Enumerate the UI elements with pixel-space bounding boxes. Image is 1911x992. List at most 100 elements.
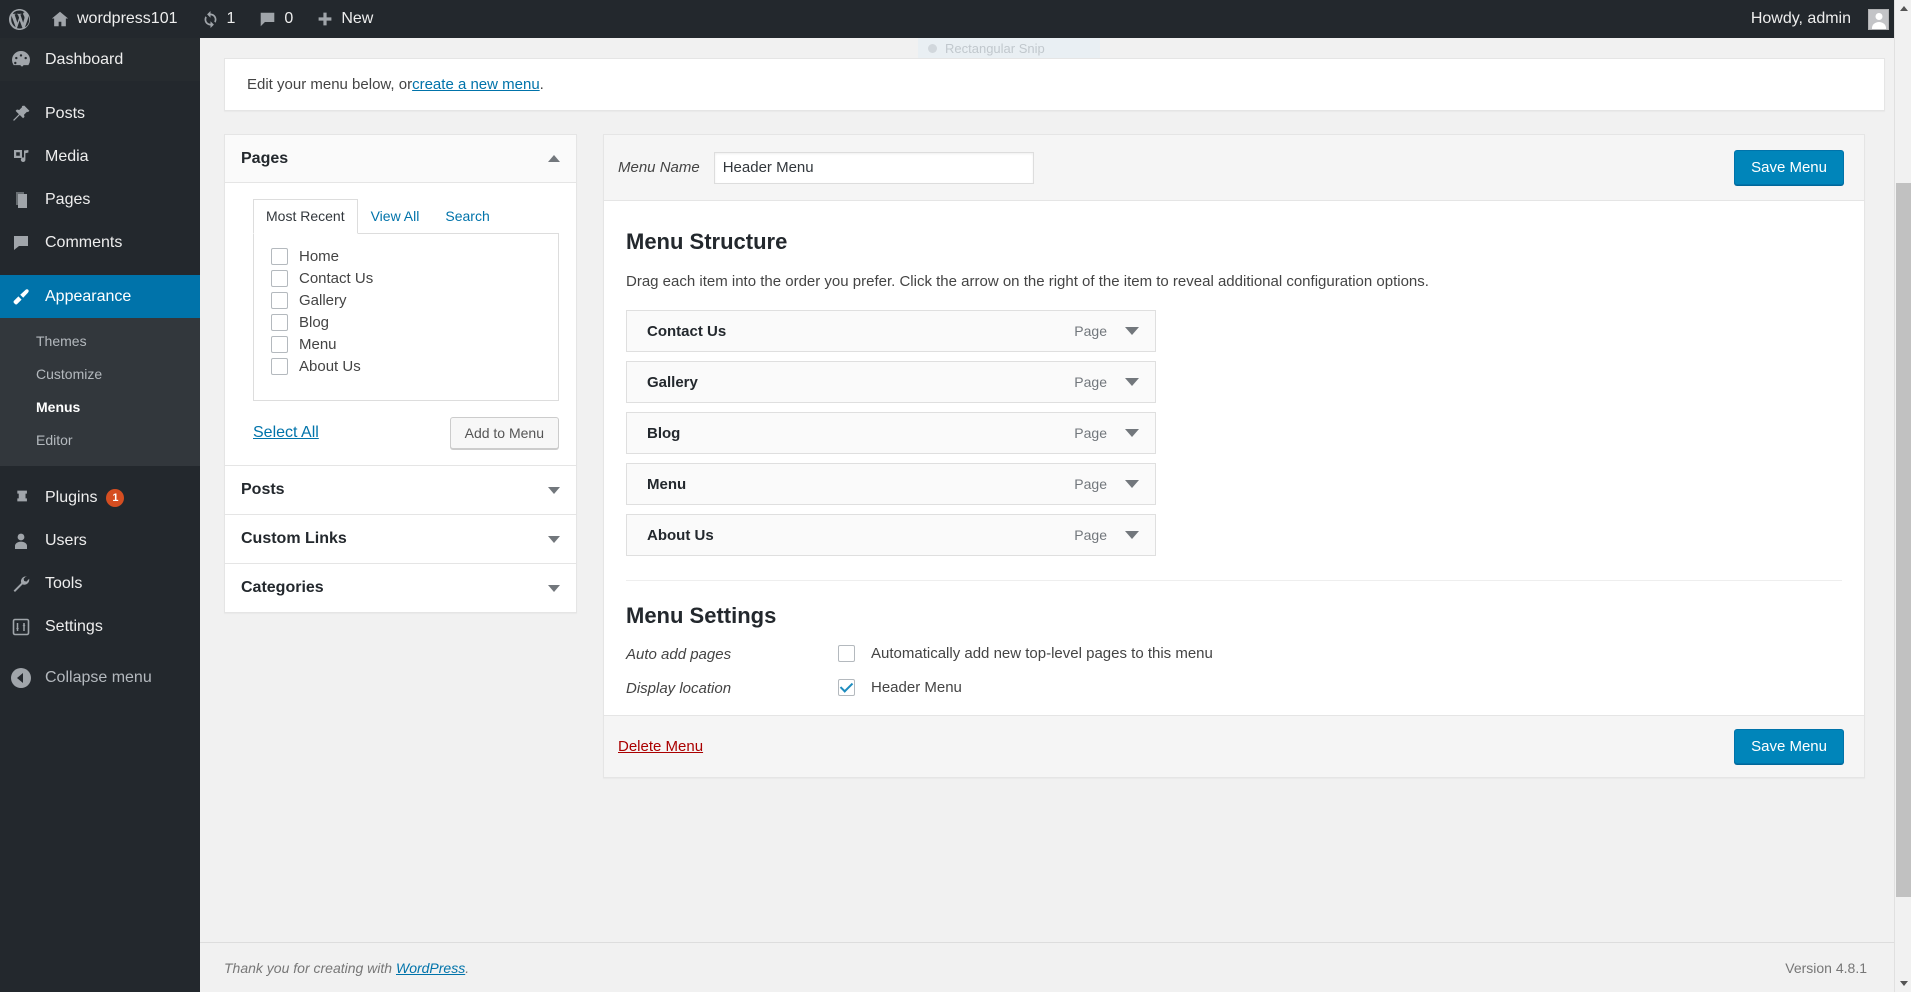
sidebar-item-appearance[interactable]: Appearance bbox=[0, 275, 200, 318]
caret-down-icon[interactable] bbox=[548, 535, 560, 543]
sidebar-item-customize[interactable]: Customize bbox=[0, 358, 200, 391]
menu-item-type: Page bbox=[1074, 476, 1107, 492]
chevron-down-icon[interactable] bbox=[1125, 429, 1139, 437]
menu-item-type: Page bbox=[1074, 527, 1107, 543]
list-item[interactable]: Menu bbox=[266, 334, 546, 356]
sidebar-item-comments[interactable]: Comments bbox=[0, 221, 200, 264]
checkbox-menu[interactable] bbox=[271, 336, 288, 354]
checkbox-gallery[interactable] bbox=[271, 292, 288, 310]
sidebar-label-appearance: Appearance bbox=[45, 287, 132, 305]
sidebar-label-pages: Pages bbox=[45, 190, 91, 208]
save-menu-button-top[interactable]: Save Menu bbox=[1734, 150, 1844, 185]
scroll-down-arrow-icon[interactable] bbox=[1895, 975, 1911, 992]
auto-add-pages-checkbox-label: Automatically add new top-level pages to… bbox=[871, 645, 1213, 662]
plug-icon bbox=[11, 488, 41, 508]
updates-menu-item[interactable]: 1 bbox=[190, 0, 248, 38]
sidebar-item-media[interactable]: Media bbox=[0, 135, 200, 178]
footer-version: Version 4.8.1 bbox=[1785, 959, 1867, 976]
scroll-up-arrow-icon[interactable] bbox=[1895, 0, 1911, 17]
footer-thanks: Thank you for creating with WordPress. bbox=[224, 960, 469, 976]
scrollbar-thumb[interactable] bbox=[1896, 183, 1911, 897]
chevron-down-icon[interactable] bbox=[1125, 480, 1139, 488]
sidebar-item-posts[interactable]: Posts bbox=[0, 92, 200, 135]
menu-item-title: Contact Us bbox=[647, 322, 727, 340]
sidebar-item-plugins[interactable]: Plugins 1 bbox=[0, 476, 200, 519]
snip-dot-icon bbox=[928, 43, 937, 53]
sidebar-item-users[interactable]: Users bbox=[0, 519, 200, 562]
comments-menu-item[interactable]: 0 bbox=[247, 0, 305, 38]
menu-item-title: Gallery bbox=[647, 373, 698, 391]
list-item[interactable]: Gallery bbox=[266, 290, 546, 312]
menu-name-label: Menu Name bbox=[618, 159, 700, 176]
create-new-menu-link[interactable]: create a new menu bbox=[412, 76, 540, 93]
menu-item-row[interactable]: Blog Page bbox=[626, 412, 1156, 454]
menu-name-input[interactable] bbox=[713, 151, 1034, 184]
caret-down-icon[interactable] bbox=[548, 584, 560, 592]
checkbox-blog[interactable] bbox=[271, 314, 288, 332]
chevron-down-icon[interactable] bbox=[1125, 378, 1139, 386]
sidebar-label-users: Users bbox=[45, 531, 87, 549]
tab-most-recent[interactable]: Most Recent bbox=[253, 199, 358, 235]
delete-menu-link[interactable]: Delete Menu bbox=[618, 738, 703, 755]
wp-logo-menu-item[interactable] bbox=[0, 0, 39, 38]
sidebar-item-themes[interactable]: Themes bbox=[0, 325, 200, 358]
checkbox-home[interactable] bbox=[271, 248, 288, 266]
auto-add-pages-control[interactable]: Automatically add new top-level pages to… bbox=[838, 645, 1213, 662]
display-location-control[interactable]: Header Menu bbox=[838, 679, 962, 696]
comments-count: 0 bbox=[284, 10, 294, 27]
sidebar-item-editor[interactable]: Editor bbox=[0, 424, 200, 457]
my-account-menu-item[interactable]: Howdy, admin bbox=[1742, 0, 1889, 38]
checkbox-about-us[interactable] bbox=[271, 358, 288, 376]
list-item[interactable]: Home bbox=[266, 246, 546, 268]
display-location-checkbox[interactable] bbox=[838, 679, 855, 696]
menu-item-row[interactable]: About Us Page bbox=[626, 514, 1156, 556]
sidebar-label-tools: Tools bbox=[45, 574, 83, 592]
sidebar-item-pages[interactable]: Pages bbox=[0, 178, 200, 221]
menu-item-row[interactable]: Contact Us Page bbox=[626, 310, 1156, 352]
menu-item-type: Page bbox=[1074, 323, 1107, 339]
posts-postbox-header[interactable]: Posts bbox=[225, 466, 576, 515]
page-scrollbar[interactable] bbox=[1894, 0, 1911, 992]
sidebar-item-dashboard[interactable]: Dashboard bbox=[0, 38, 200, 81]
menu-item-row[interactable]: Gallery Page bbox=[626, 361, 1156, 403]
chevron-down-icon[interactable] bbox=[1125, 531, 1139, 539]
auto-add-pages-checkbox[interactable] bbox=[838, 645, 855, 662]
menu-name-header: Menu Name Save Menu bbox=[604, 135, 1864, 201]
wordpress-link[interactable]: WordPress bbox=[396, 960, 465, 976]
list-item[interactable]: Blog bbox=[266, 312, 546, 334]
select-all-link[interactable]: Select All bbox=[253, 424, 319, 442]
tab-search[interactable]: Search bbox=[432, 199, 502, 234]
menu-item-row[interactable]: Menu Page bbox=[626, 463, 1156, 505]
sidebar-item-collapse-menu[interactable]: Collapse menu bbox=[0, 656, 200, 699]
howdy-label: Howdy, admin bbox=[1750, 10, 1851, 27]
caret-up-icon[interactable] bbox=[548, 155, 560, 162]
add-to-menu-button[interactable]: Add to Menu bbox=[449, 417, 559, 450]
list-item[interactable]: About Us bbox=[266, 356, 546, 378]
save-menu-button-bottom[interactable]: Save Menu bbox=[1734, 729, 1844, 764]
sidebar-item-menus[interactable]: Menus bbox=[0, 391, 200, 424]
menu-structure-hint: Drag each item into the order you prefer… bbox=[626, 273, 1429, 290]
custom-links-postbox: Custom Links bbox=[224, 515, 577, 565]
tab-view-all[interactable]: View All bbox=[358, 199, 433, 234]
comment-bubble-icon bbox=[259, 11, 276, 28]
caret-down-icon[interactable] bbox=[548, 486, 560, 494]
pages-postbox-header[interactable]: Pages bbox=[225, 135, 576, 183]
admin-sidebar: Dashboard Posts Media Pages Comments App… bbox=[0, 38, 200, 992]
new-content-menu-item[interactable]: New bbox=[305, 0, 385, 38]
sidebar-item-settings[interactable]: Settings bbox=[0, 605, 200, 648]
site-name-menu-item[interactable]: wordpress101 bbox=[39, 0, 190, 38]
categories-postbox-header[interactable]: Categories bbox=[225, 564, 576, 613]
checkbox-contact-us[interactable] bbox=[271, 270, 288, 288]
menu-structure-title: Menu Structure bbox=[626, 229, 788, 254]
admin-bar: wordpress101 1 0 New Howdy, admin bbox=[0, 0, 1911, 38]
custom-links-postbox-title: Custom Links bbox=[241, 530, 347, 548]
footer-thanks-after: . bbox=[465, 959, 470, 976]
sidebar-label-plugins: Plugins bbox=[45, 488, 98, 506]
menu-item-title: About Us bbox=[647, 526, 714, 544]
list-item[interactable]: Contact Us bbox=[266, 268, 546, 290]
chevron-down-icon[interactable] bbox=[1125, 327, 1139, 335]
new-label: New bbox=[341, 10, 374, 27]
sidebar-item-tools[interactable]: Tools bbox=[0, 562, 200, 605]
custom-links-postbox-header[interactable]: Custom Links bbox=[225, 515, 576, 564]
content-area: Rectangular Snip Edit your menu below, o… bbox=[200, 38, 1911, 992]
